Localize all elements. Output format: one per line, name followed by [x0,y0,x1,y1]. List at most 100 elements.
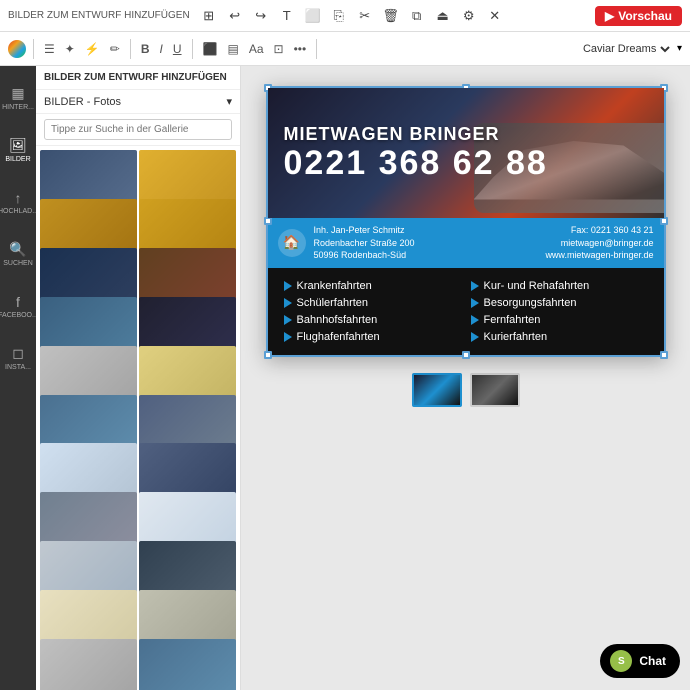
lightning-icon[interactable]: ⚡ [82,40,103,58]
close-button[interactable]: ✕ [484,5,506,27]
contact-street: Rodenbacher Straße 200 [314,237,538,250]
service-item: Schülerfahrten [284,297,461,309]
instagram-icon: ◻ [12,345,24,362]
service-label: Bahnhofsfahrten [297,314,378,326]
page-thumbnails [412,373,520,407]
contact-details-left: Inh. Jan-Peter Schmitz Rodenbacher Straß… [314,224,538,262]
font-selector[interactable]: Caviar Dreams [579,42,673,56]
contact-website: www.mietwagen-bringer.de [545,249,653,262]
service-arrow-icon [471,332,479,342]
redo-button[interactable]: ↪ [250,5,272,27]
page-thumb-1-inner [414,375,460,405]
category-label: BILDER - Fotos [44,96,121,108]
color-picker[interactable] [8,40,26,58]
handle-mid-right[interactable] [660,217,668,225]
sidebar-item-images[interactable]: 🖼 BILDER [3,126,33,174]
align-left2-icon[interactable]: ⬛ [200,40,221,58]
sidebar-item-search[interactable]: 🔍 SUCHEN [3,230,33,278]
service-label: Fernfahrten [484,314,541,326]
grid-icon[interactable]: ⊞ [198,5,220,27]
search-icon: 🔍 [9,241,26,258]
align-right2-icon[interactable]: ▤ [224,40,241,58]
service-item: Kurierfahrten [471,331,648,343]
panel-header: BILDER ZUM ENTWURF HINZUFÜGEN [36,66,240,90]
sidebar-item-background[interactable]: ▦ HINTER... [3,74,33,122]
image-panel: BILDER ZUM ENTWURF HINZUFÜGEN BILDER - F… [36,66,241,690]
image-thumb[interactable]: Passagier-Strasse2 [139,639,236,690]
layers-button[interactable]: ⏏ [432,5,454,27]
background-icon: ▦ [11,85,24,102]
page-thumb-2[interactable] [470,373,520,407]
sidebar-item-upload[interactable]: ↑ HOCHLAD... [3,178,33,226]
flyer-design[interactable]: MIETWAGEN BRINGER 0221 368 62 88 🏠 Inh. … [266,86,666,357]
image-thumb[interactable]: Passagier-Strasse [40,639,137,690]
service-arrow-icon [284,298,292,308]
font-size-icon[interactable]: Aa [246,40,267,58]
service-label: Besorgungsfahrten [484,297,577,309]
separator-4 [316,39,317,59]
contact-email: mietwagen@bringer.de [545,237,653,250]
separator-3 [192,39,193,59]
bold-button[interactable]: B [138,40,153,58]
contact-owner: Inh. Jan-Peter Schmitz [314,224,538,237]
underline-button[interactable]: U [170,40,185,58]
chat-label: Chat [639,654,666,668]
service-arrow-icon [471,298,479,308]
flyer-header-section: MIETWAGEN BRINGER 0221 368 62 88 [268,88,664,218]
service-item: Flughafenfahrten [284,331,461,343]
service-arrow-icon [284,332,292,342]
handle-bottom-mid[interactable] [462,351,470,359]
service-arrow-icon [471,315,479,325]
service-item: Kur- und Rehafahrten [471,280,648,292]
home-icon: 🏠 [278,229,306,257]
category-dropdown[interactable]: BILDER - Fotos ▾ [36,90,240,114]
service-label: Flughafenfahrten [297,331,380,343]
handle-bottom-left[interactable] [264,351,272,359]
undo-button[interactable]: ↩ [224,5,246,27]
flyer-title-overlay: MIETWAGEN BRINGER 0221 368 62 88 [268,88,664,218]
left-sidebar: ▦ HINTER... 🖼 BILDER ↑ HOCHLAD... 🔍 SUCH… [0,66,36,690]
service-label: Krankenfahrten [297,280,372,292]
align-left-icon[interactable]: ☰ [41,40,58,58]
text-tool[interactable]: T [276,5,298,27]
delete-button[interactable]: 🗑 [380,5,402,27]
resize-icon[interactable]: ⊡ [271,40,287,58]
service-label: Kurierfahrten [484,331,548,343]
top-toolbar: BILDER ZUM ENTWURF HINZUFÜGEN ⊞ ↩ ↪ T ⬜ … [0,0,690,32]
sparkle-icon[interactable]: ✦ [62,40,78,58]
toolbar-label: BILDER ZUM ENTWURF HINZUFÜGEN [8,10,190,21]
contact-city: 50996 Rodenbach-Süd [314,249,538,262]
service-label: Kur- und Rehafahrten [484,280,590,292]
page-thumb-1[interactable] [412,373,462,407]
handle-mid-left[interactable] [264,217,272,225]
image-grid: 1Taxi-Bahnhof1Taxi-Dachschild11Taxi-Dach… [36,146,240,690]
contact-details-right: Fax: 0221 360 43 21 mietwagen@bringer.de… [545,224,653,262]
handle-bottom-right[interactable] [660,351,668,359]
service-item: Krankenfahrten [284,280,461,292]
services-section: Krankenfahrten Kur- und Rehafahrten Schüle… [268,268,664,355]
pen-icon[interactable]: ✏ [107,40,123,58]
chat-button[interactable]: S Chat [600,644,680,678]
sidebar-item-instagram[interactable]: ◻ INSTA... [3,334,33,382]
images-icon: 🖼 [9,137,27,154]
more-icon[interactable]: ••• [291,40,310,58]
sidebar-item-facebook[interactable]: f FACEBOO... [3,282,33,330]
preview-button[interactable]: ▶ Vorschau [595,6,682,26]
frame-tool[interactable]: ⬜ [302,5,324,27]
search-input[interactable] [44,119,232,140]
settings-button[interactable]: ⚙ [458,5,480,27]
separator-2 [130,39,131,59]
duplicate-button[interactable]: ⧉ [406,5,428,27]
company-name: MIETWAGEN BRINGER [284,124,648,145]
preview-label: Vorschau [618,9,672,23]
scissors-tool[interactable]: ✂ [354,5,376,27]
italic-button[interactable]: I [157,40,166,58]
second-toolbar: ☰ ✦ ⚡ ✏ B I U ⬛ ▤ Aa ⊡ ••• Caviar Dreams… [0,32,690,66]
contact-bar: 🏠 Inh. Jan-Peter Schmitz Rodenbacher Str… [268,218,664,268]
font-dropdown-arrow[interactable]: ▾ [677,43,682,54]
service-label: Schülerfahrten [297,297,369,309]
service-arrow-icon [471,281,479,291]
copy-button[interactable]: ⎘ [328,5,350,27]
search-box [36,114,240,146]
page-thumb-2-inner [472,375,518,405]
